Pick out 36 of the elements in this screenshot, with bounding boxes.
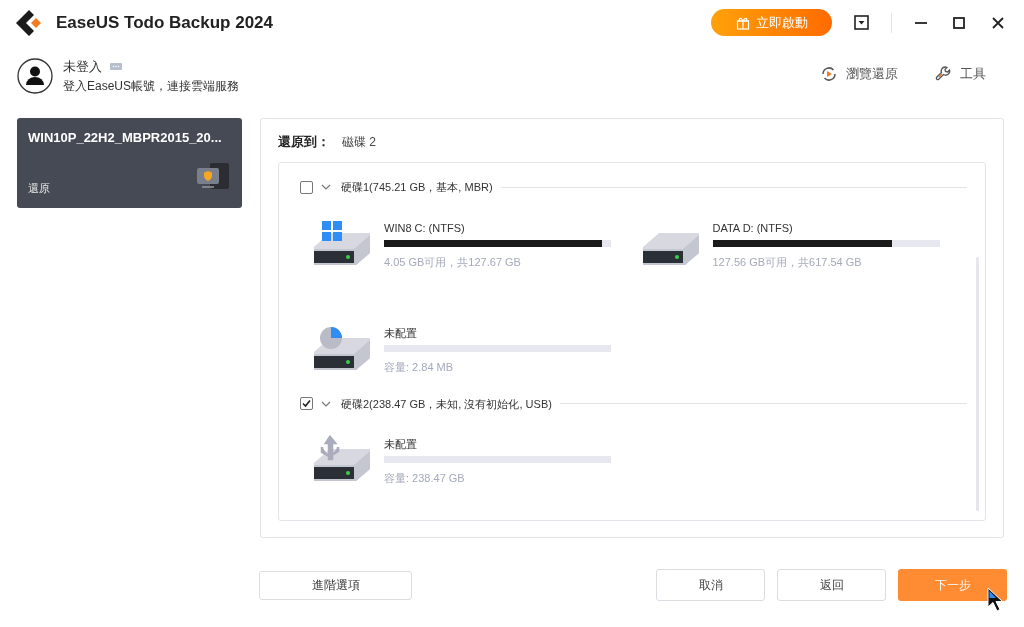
expand-caret-icon[interactable] <box>321 399 331 408</box>
cancel-button[interactable]: 取消 <box>656 569 765 601</box>
gift-icon <box>735 15 750 30</box>
close-icon[interactable] <box>992 16 1004 29</box>
disk-checkbox[interactable] <box>300 397 313 411</box>
backup-card[interactable]: WIN10P_22H2_MBPR2015_20... 還原 <box>17 118 242 208</box>
mouse-cursor-icon <box>987 587 1004 613</box>
account-status: 未登入 <box>63 58 102 77</box>
dropdown-menu-icon[interactable] <box>854 15 869 30</box>
disk-label: 硬碟1(745.21 GB，基本, MBR) <box>341 180 493 195</box>
partition-name: DATA D: (NTFS) <box>712 220 794 235</box>
user-avatar-icon[interactable] <box>17 58 53 94</box>
backup-type: 還原 <box>28 180 51 196</box>
disk-label: 硬碟2(238.47 GB，未知, 沒有初始化, USB) <box>341 396 552 412</box>
partition-info: 4.05 GB可用，共127.67 GB <box>384 254 522 270</box>
backup-name: WIN10P_22H2_MBPR2015_20... <box>28 129 223 147</box>
partition-name: WIN8 C: (NTFS) <box>384 220 466 235</box>
login-link[interactable]: 登入EaseUS帳號，連接雲端服務 <box>63 76 240 95</box>
maximize-icon[interactable] <box>953 16 965 29</box>
toolbar-button[interactable]: 瀏覽還原 <box>820 64 898 84</box>
restore-to-label: 還原到： <box>278 133 330 152</box>
partition-info: 容量: 2.84 MB <box>384 359 455 375</box>
partition-info: 127.56 GB可用，共617.54 GB <box>712 254 863 270</box>
restore-target: 磁碟 2 <box>342 134 376 151</box>
partition-info: 容量: 238.47 GB <box>384 471 466 486</box>
partition-name: 未配置 <box>384 437 418 451</box>
back-button[interactable]: 返回 <box>777 569 886 601</box>
toolbar-button[interactable]: 工具 <box>934 64 986 84</box>
wrench-icon <box>934 65 952 83</box>
advanced-options-button[interactable]: 進階選項 <box>259 570 412 600</box>
partition-name: 未配置 <box>384 325 418 340</box>
refresh-play-icon <box>820 65 838 83</box>
expand-caret-icon[interactable] <box>321 183 331 192</box>
disk-checkbox[interactable] <box>300 180 313 194</box>
window-title: EaseUS Todo Backup 2024 <box>56 11 273 34</box>
computer-shield-icon <box>196 162 230 192</box>
